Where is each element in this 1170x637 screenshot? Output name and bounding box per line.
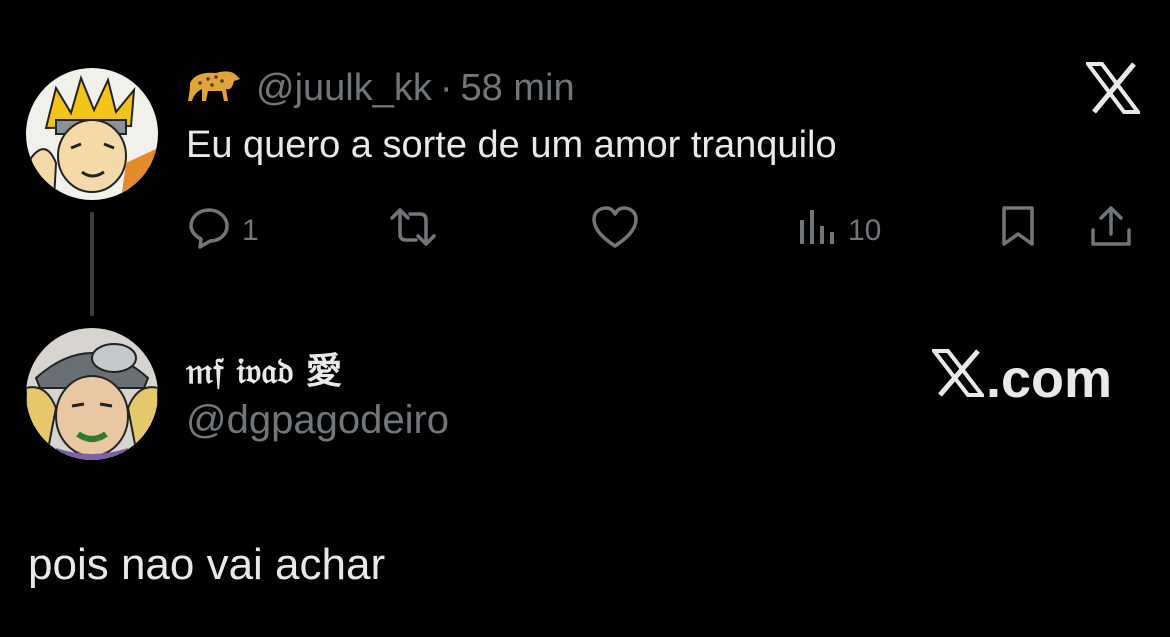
author-display-name[interactable]: 𝔪𝔣 𝔦𝔳𝔞𝔡 愛 bbox=[186, 342, 342, 394]
retweet-icon bbox=[386, 206, 440, 256]
brand-label: .com bbox=[986, 349, 1113, 409]
tweet-text: Eu quero a sorte de um amor tranquilo bbox=[186, 124, 837, 166]
heart-icon bbox=[590, 204, 640, 258]
reply-text: pois nao vai achar bbox=[28, 540, 386, 589]
x-logo-icon bbox=[1084, 62, 1142, 114]
reply-icon bbox=[186, 204, 232, 258]
bookmark-icon bbox=[998, 204, 1038, 256]
separator: · bbox=[439, 66, 453, 109]
author-handle[interactable]: @dgpagodeiro bbox=[186, 398, 449, 443]
share-icon bbox=[1088, 204, 1134, 256]
avatar[interactable] bbox=[26, 68, 158, 200]
timestamp[interactable]: 58 min bbox=[461, 67, 575, 110]
views-count: 10 bbox=[848, 214, 882, 247]
reply-count: 1 bbox=[242, 214, 259, 247]
avatar[interactable] bbox=[26, 328, 158, 460]
leopard-icon bbox=[186, 63, 242, 113]
author-handle[interactable]: @juulk_kk bbox=[256, 67, 432, 110]
bookmark-button[interactable] bbox=[998, 204, 1038, 256]
tweet-header: @juulk_kk · 58 min bbox=[186, 62, 575, 114]
views-button[interactable]: 10 bbox=[796, 206, 881, 256]
like-button[interactable] bbox=[590, 204, 640, 258]
x-com-brand: .com bbox=[929, 348, 1113, 410]
retweet-button[interactable] bbox=[386, 206, 440, 256]
share-button[interactable] bbox=[1088, 204, 1134, 256]
analytics-icon bbox=[796, 206, 838, 256]
thread-connector bbox=[90, 212, 94, 316]
reply-button[interactable]: 1 bbox=[186, 204, 259, 258]
x-logo-icon bbox=[929, 348, 987, 410]
